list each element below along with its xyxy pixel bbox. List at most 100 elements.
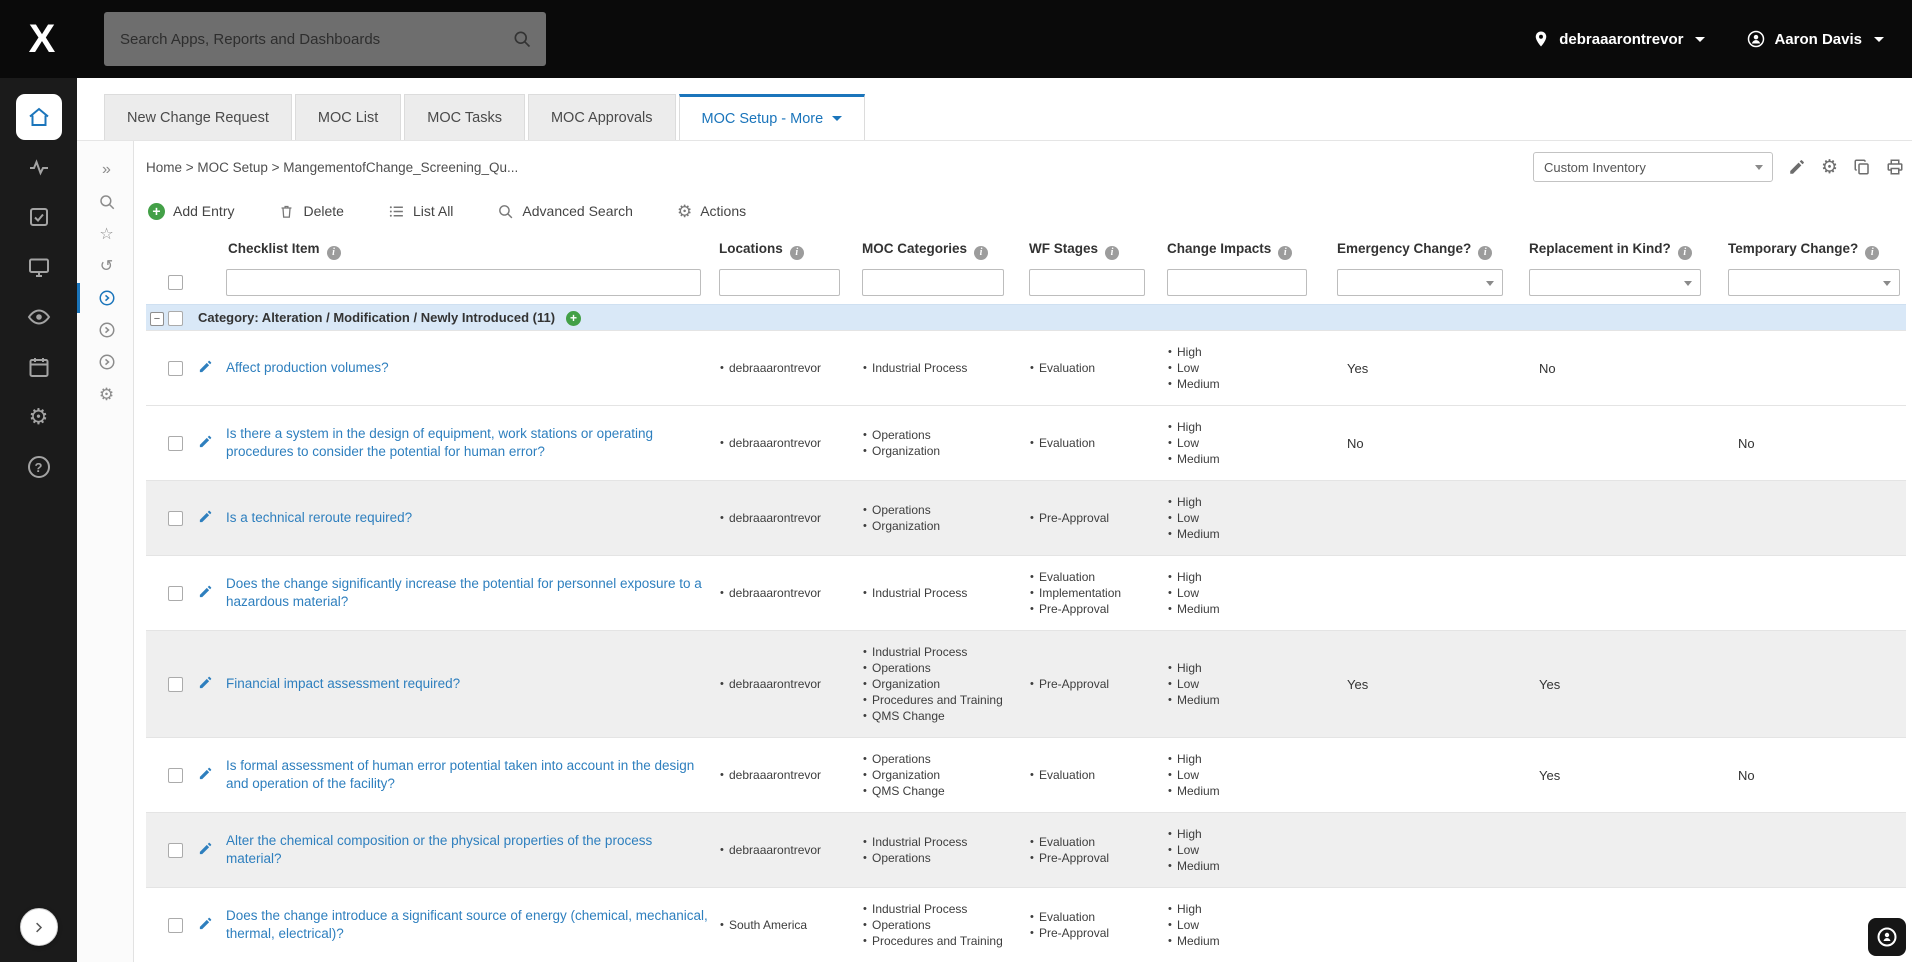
global-search-input[interactable] bbox=[120, 30, 512, 48]
select-all-checkbox[interactable] bbox=[168, 275, 183, 291]
edit-entry-icon[interactable] bbox=[198, 509, 213, 524]
edit-entry-icon[interactable] bbox=[198, 359, 213, 374]
list-item: debraaarontrevor bbox=[719, 510, 854, 526]
list-item: Low bbox=[1167, 767, 1329, 783]
current-view-icon[interactable] bbox=[77, 283, 133, 313]
group-checkbox[interactable] bbox=[168, 310, 183, 326]
row-checkbox[interactable] bbox=[168, 436, 183, 452]
checklist-item-link[interactable]: Affect production volumes? bbox=[226, 359, 389, 377]
checklist-item-link[interactable]: Alter the chemical composition or the ph… bbox=[226, 832, 711, 868]
info-icon[interactable]: i bbox=[1278, 245, 1293, 260]
row-checkbox[interactable] bbox=[168, 918, 183, 934]
sidebar-expand-button[interactable] bbox=[19, 908, 58, 946]
row-checkbox[interactable] bbox=[168, 511, 183, 527]
sidebar-item-tasks[interactable] bbox=[16, 194, 62, 240]
tab-moc-setup-more[interactable]: MOC Setup - More bbox=[678, 94, 866, 140]
info-icon[interactable]: i bbox=[1478, 245, 1493, 260]
wf-stages-filter-input[interactable] bbox=[1029, 268, 1145, 296]
tab-moc-approvals[interactable]: MOC Approvals bbox=[527, 94, 676, 140]
moc-categories-cell: Industrial ProcessOperations bbox=[862, 812, 1029, 888]
info-icon[interactable]: i bbox=[974, 245, 989, 260]
print-button[interactable] bbox=[1886, 158, 1904, 176]
checklist-item-link[interactable]: Financial impact assessment required? bbox=[226, 675, 460, 693]
edit-entry-icon[interactable] bbox=[198, 766, 213, 781]
edit-entry-icon[interactable] bbox=[198, 434, 213, 449]
search-icon[interactable] bbox=[512, 29, 532, 49]
row-checkbox[interactable] bbox=[168, 586, 183, 602]
add-entry-button[interactable]: + Add Entry bbox=[148, 202, 234, 220]
temporary-change-cell bbox=[1728, 812, 1906, 888]
edit-view-button[interactable] bbox=[1788, 158, 1806, 176]
location-selector[interactable]: debraaarontrevor bbox=[1532, 30, 1706, 48]
tab-moc-list[interactable]: MOC List bbox=[294, 94, 402, 140]
checklist-item-filter-input[interactable] bbox=[226, 268, 702, 296]
edit-entry-icon[interactable] bbox=[198, 841, 213, 856]
checklist-item-link[interactable]: Is formal assessment of human error pote… bbox=[226, 757, 711, 793]
info-icon[interactable]: i bbox=[1677, 245, 1692, 260]
edit-entry-icon[interactable] bbox=[198, 584, 213, 599]
collapse-group-icon[interactable]: − bbox=[150, 312, 164, 326]
locations-cell: debraaarontrevor bbox=[719, 555, 862, 631]
inventory-view-select[interactable]: Custom Inventory bbox=[1532, 152, 1773, 182]
workspace: » ☆ ↺ ⚙ Home > MOC Setup > MangementofCh… bbox=[77, 141, 1912, 962]
chevron-down-icon bbox=[1695, 36, 1706, 42]
history-icon[interactable]: ↺ bbox=[77, 251, 133, 281]
moc-categories-filter-input[interactable] bbox=[862, 268, 1004, 296]
panel-settings-icon[interactable]: ⚙ bbox=[77, 379, 133, 409]
replacement-in-kind-filter-select[interactable] bbox=[1529, 268, 1701, 296]
checklist-item-link[interactable]: Does the change introduce a significant … bbox=[226, 907, 711, 943]
tab-new-change-request[interactable]: New Change Request bbox=[104, 94, 292, 140]
info-icon[interactable]: i bbox=[789, 245, 804, 260]
sidebar-item-views[interactable] bbox=[16, 294, 62, 340]
info-icon[interactable]: i bbox=[1865, 245, 1880, 260]
actions-button[interactable]: ⚙ Actions bbox=[677, 203, 746, 220]
expand-panel-icon[interactable]: » bbox=[77, 155, 133, 185]
temporary-change-filter-select[interactable] bbox=[1728, 268, 1900, 296]
advanced-search-button[interactable]: Advanced Search bbox=[497, 203, 633, 220]
sidebar-item-settings[interactable]: ⚙ bbox=[16, 394, 62, 440]
panel-search-icon[interactable] bbox=[77, 187, 133, 217]
wf-stages-cell: Pre-Approval bbox=[1029, 480, 1167, 556]
pending-view-icon[interactable] bbox=[77, 315, 133, 345]
sidebar-item-activity[interactable] bbox=[16, 144, 62, 190]
checklist-item-link[interactable]: Is there a system in the design of equip… bbox=[226, 425, 711, 461]
delete-label: Delete bbox=[303, 203, 344, 219]
delete-button[interactable]: Delete bbox=[278, 203, 344, 220]
row-checkbox[interactable] bbox=[168, 768, 183, 784]
list-item: Low bbox=[1167, 585, 1329, 601]
list-item: Industrial Process bbox=[862, 644, 1021, 660]
change-impacts-cell: HighLowMedium bbox=[1167, 555, 1337, 631]
row-checkbox[interactable] bbox=[168, 843, 183, 859]
completed-view-icon[interactable] bbox=[77, 347, 133, 377]
sidebar-item-dashboards[interactable] bbox=[16, 244, 62, 290]
info-icon[interactable]: i bbox=[1105, 245, 1120, 260]
wf-stages-cell: Evaluation bbox=[1029, 737, 1167, 813]
list-item: QMS Change bbox=[862, 708, 1021, 724]
list-item: Procedures and Training bbox=[862, 933, 1021, 949]
add-to-category-icon[interactable]: + bbox=[565, 310, 581, 326]
list-item: Operations bbox=[862, 502, 1021, 518]
list-item: Medium bbox=[1167, 451, 1329, 467]
info-icon[interactable]: i bbox=[326, 245, 341, 260]
checklist-item-link[interactable]: Is a technical reroute required? bbox=[226, 509, 412, 527]
view-settings-button[interactable]: ⚙ bbox=[1821, 158, 1838, 177]
change-impacts-filter-input[interactable] bbox=[1167, 268, 1307, 296]
privacy-cookie-button[interactable] bbox=[1868, 918, 1906, 956]
edit-entry-icon[interactable] bbox=[198, 675, 213, 690]
edit-entry-icon[interactable] bbox=[198, 916, 213, 931]
sidebar-item-home[interactable] bbox=[15, 94, 62, 140]
tab-moc-tasks[interactable]: MOC Tasks bbox=[404, 94, 525, 140]
user-menu[interactable]: Aaron Davis bbox=[1747, 30, 1884, 48]
sidebar-item-help[interactable]: ? bbox=[16, 444, 62, 490]
locations-filter-input[interactable] bbox=[719, 268, 840, 296]
intelex-logo[interactable]: X bbox=[18, 15, 66, 63]
emergency-change-filter-select[interactable] bbox=[1337, 268, 1503, 296]
gear-icon: ⚙ bbox=[1820, 156, 1838, 178]
copy-view-button[interactable] bbox=[1853, 158, 1871, 176]
sidebar-item-calendar[interactable] bbox=[16, 344, 62, 390]
row-checkbox[interactable] bbox=[168, 677, 183, 693]
checklist-item-link[interactable]: Does the change significantly increase t… bbox=[226, 575, 711, 611]
row-checkbox[interactable] bbox=[168, 361, 183, 377]
list-all-button[interactable]: List All bbox=[388, 203, 453, 220]
favorites-icon[interactable]: ☆ bbox=[77, 219, 133, 249]
